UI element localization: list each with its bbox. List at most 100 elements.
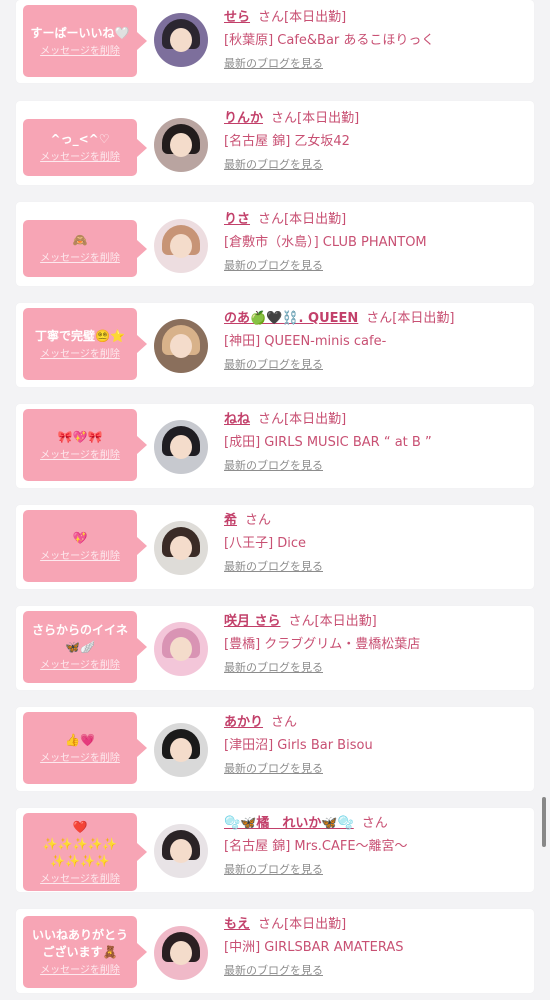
honorific: さん: [258, 10, 285, 25]
message-bubble: 丁寧で完璧😵‍💫⭐️ メッセージを削除: [23, 308, 147, 380]
shop-label: [八王子] Dice: [224, 536, 307, 551]
message-text: 🎀💖🎀: [57, 429, 103, 444]
message-text: 🙈: [72, 233, 88, 247]
profile-info: もえ さん[本日出勤] [中洲] GIRLSBAR AMATERAS 最新のブログを見…: [224, 914, 526, 978]
profile-name-link[interactable]: りんか: [224, 111, 263, 126]
avatar[interactable]: [154, 622, 208, 676]
profile-info: ねね さん[本日出勤] [成田] GIRLS MUSIC BAR “ at B ” 最…: [224, 409, 526, 473]
message-card: 丁寧で完璧😵‍💫⭐️ メッセージを削除 のあ🍏🖤⛓️. QUEEN さん[本日出勤] […: [16, 303, 534, 387]
latest-blog-link[interactable]: 最新のブログを見る: [224, 459, 323, 473]
message-card: さらからのイイネ 🦋🪽 メッセージを削除 咲月 さら さん[本日出勤] [豊橋] クラブ…: [16, 606, 534, 690]
message-bubble: 🎀💖🎀 メッセージを削除: [23, 409, 147, 481]
profile-name-link[interactable]: のあ🍏🖤⛓️. QUEEN: [224, 311, 358, 326]
avatar[interactable]: [154, 219, 208, 273]
message-card: すーぱーいいね🤍 メッセージを削除 せら さん[本日出勤] [秋葉原] Cafe&Bar…: [16, 0, 534, 83]
message-text: 💖: [72, 530, 88, 545]
honorific: さん: [245, 513, 272, 528]
delete-message-link[interactable]: メッセージを削除: [23, 873, 137, 886]
latest-blog-link[interactable]: 最新のブログを見る: [224, 358, 323, 372]
message-card: ❤️ ✨✨✨✨✨ ✨✨✨✨ メッセージを削除 🫧🦋橘 れいか🦋🫧 さん [名古屋 錦] …: [16, 808, 534, 892]
honorific: さん: [361, 816, 388, 831]
honorific: さん: [258, 917, 285, 932]
latest-blog-link[interactable]: 最新のブログを見る: [224, 762, 323, 776]
shop-label: [秋葉原] Cafe&Bar あるこほりっく: [224, 33, 435, 48]
profile-name-link[interactable]: 🫧🦋橘 れいか🦋🫧: [224, 816, 354, 831]
avatar[interactable]: [154, 118, 208, 172]
message-text: ^っ_<^♡: [50, 132, 110, 146]
avatar[interactable]: [154, 13, 208, 67]
latest-blog-link[interactable]: 最新のブログを見る: [224, 57, 323, 71]
message-card: 🎀💖🎀 メッセージを削除 ねね さん[本日出勤] [成田] GIRLS MUSIC BA…: [16, 404, 534, 488]
scrollbar[interactable]: [542, 797, 546, 847]
message-text: 丁寧で完璧😵‍💫⭐️: [35, 328, 125, 343]
message-bubble: いいねありがとう ございます🧸 メッセージを削除: [23, 916, 147, 988]
avatar[interactable]: [154, 926, 208, 980]
delete-message-link[interactable]: メッセージを削除: [23, 45, 137, 58]
avatar[interactable]: [154, 420, 208, 474]
working-today-badge: [本日出勤]: [284, 212, 347, 227]
message-card: 👍💗 メッセージを削除 あかり さん [津田沼] Girls Bar Bisou 最新のブ…: [16, 707, 534, 791]
profile-info: 希さん [八王子] Dice 最新のブログを見る: [224, 510, 526, 574]
message-card: ^っ_<^♡ メッセージを削除 りんか さん[本日出勤] [名古屋 錦] 乙女坂42 最新…: [16, 101, 534, 185]
delete-message-link[interactable]: メッセージを削除: [23, 659, 137, 672]
working-today-badge: [本日出勤]: [284, 412, 347, 427]
delete-message-link[interactable]: メッセージを削除: [23, 449, 137, 462]
profile-info: のあ🍏🖤⛓️. QUEEN さん[本日出勤] [神田] QUEEN-minis ca…: [224, 308, 526, 372]
message-text: いいねありがとう ございます🧸: [31, 928, 128, 959]
delete-message-link[interactable]: メッセージを削除: [23, 252, 137, 265]
avatar[interactable]: [154, 723, 208, 777]
profile-name-link[interactable]: もえ: [224, 917, 250, 932]
delete-message-link[interactable]: メッセージを削除: [23, 964, 137, 977]
delete-message-link[interactable]: メッセージを削除: [23, 752, 137, 765]
profile-name-link[interactable]: ねね: [224, 412, 250, 427]
profile-name-link[interactable]: あかり: [224, 715, 263, 730]
profile-name-link[interactable]: 咲月 さら: [224, 614, 281, 629]
working-today-badge: [本日出勤]: [284, 10, 347, 25]
message-bubble: 👍💗 メッセージを削除: [23, 712, 147, 784]
latest-blog-link[interactable]: 最新のブログを見る: [224, 259, 323, 273]
latest-blog-link[interactable]: 最新のブログを見る: [224, 661, 323, 675]
latest-blog-link[interactable]: 最新のブログを見る: [224, 560, 323, 574]
message-bubble: ^っ_<^♡ メッセージを削除: [23, 119, 147, 176]
avatar[interactable]: [154, 824, 208, 878]
message-text: さらからのイイネ 🦋🪽: [31, 623, 128, 654]
profile-info: 咲月 さら さん[本日出勤] [豊橋] クラブグリム・豊橋松葉店 最新のブログを見る: [224, 611, 526, 675]
avatar[interactable]: [154, 319, 208, 373]
shop-label: [津田沼] Girls Bar Bisou: [224, 738, 373, 753]
latest-blog-link[interactable]: 最新のブログを見る: [224, 964, 323, 978]
avatar[interactable]: [154, 521, 208, 575]
latest-blog-link[interactable]: 最新のブログを見る: [224, 158, 323, 172]
honorific: さん: [271, 111, 298, 126]
message-bubble: 💖 メッセージを削除: [23, 510, 147, 582]
message-bubble: さらからのイイネ 🦋🪽 メッセージを削除: [23, 611, 147, 683]
honorific: さん: [258, 412, 285, 427]
profile-info: あかり さん [津田沼] Girls Bar Bisou 最新のブログを見る: [224, 712, 526, 776]
message-card: 🙈 メッセージを削除 りさ さん[本日出勤] [倉敷市（水島）] CLUB PHANTO…: [16, 202, 534, 286]
profile-name-link[interactable]: 希: [224, 513, 237, 528]
message-card: いいねありがとう ございます🧸 メッセージを削除 もえ さん[本日出勤] [中洲] GI…: [16, 909, 534, 993]
delete-message-link[interactable]: メッセージを削除: [23, 151, 137, 164]
working-today-badge: [本日出勤]: [284, 917, 347, 932]
shop-label: [名古屋 錦] Mrs.CAFE〜離宮〜: [224, 839, 408, 854]
message-text: すーぱーいいね🤍: [30, 25, 130, 40]
shop-label: [倉敷市（水島）] CLUB PHANTOM: [224, 235, 427, 250]
working-today-badge: [本日出勤]: [297, 111, 360, 126]
honorific: さん: [258, 212, 285, 227]
profile-info: りんか さん[本日出勤] [名古屋 錦] 乙女坂42 最新のブログを見る: [224, 108, 526, 172]
message-card: 💖 メッセージを削除 希さん [八王子] Dice 最新のブログを見る: [16, 505, 534, 589]
delete-message-link[interactable]: メッセージを削除: [23, 550, 137, 563]
latest-blog-link[interactable]: 最新のブログを見る: [224, 863, 323, 877]
profile-info: りさ さん[本日出勤] [倉敷市（水島）] CLUB PHANTOM 最新のブログを見…: [224, 209, 526, 273]
message-text: ❤️ ✨✨✨✨✨ ✨✨✨✨: [42, 819, 118, 868]
profile-name-link[interactable]: せら: [224, 10, 250, 25]
profile-name-link[interactable]: りさ: [224, 212, 250, 227]
honorific: さん: [366, 311, 393, 326]
message-bubble: すーぱーいいね🤍 メッセージを削除: [23, 5, 147, 77]
shop-label: [豊橋] クラブグリム・豊橋松葉店: [224, 637, 421, 652]
delete-message-link[interactable]: メッセージを削除: [23, 348, 137, 361]
shop-label: [名古屋 錦] 乙女坂42: [224, 134, 350, 149]
shop-label: [中洲] GIRLSBAR AMATERAS: [224, 940, 404, 955]
message-bubble: 🙈 メッセージを削除: [23, 220, 147, 277]
honorific: さん: [271, 715, 298, 730]
working-today-badge: [本日出勤]: [314, 614, 377, 629]
